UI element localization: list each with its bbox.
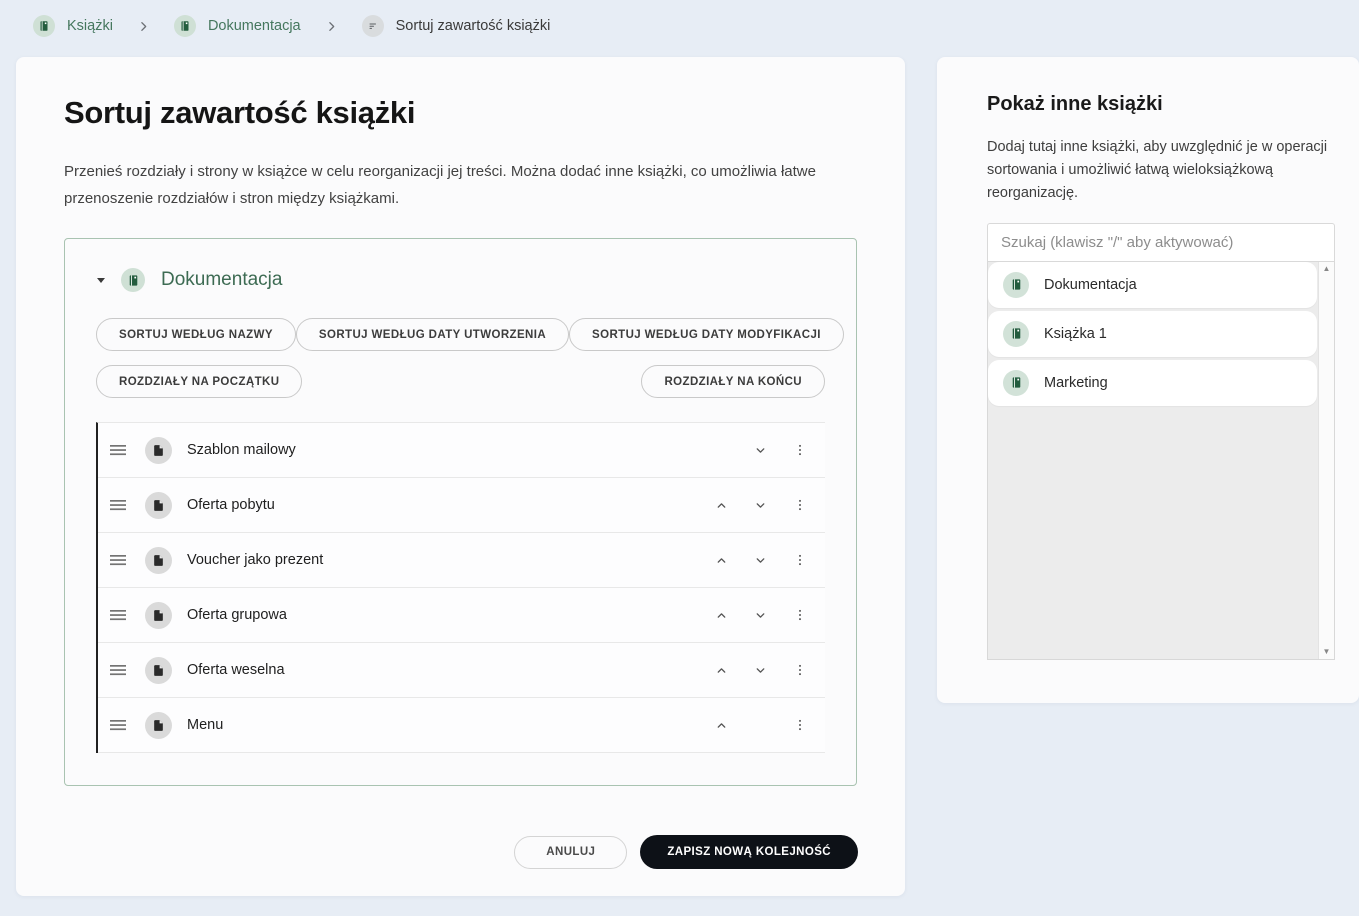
drag-handle-icon[interactable] xyxy=(108,549,128,571)
book-search-input[interactable] xyxy=(987,223,1335,262)
page-icon xyxy=(145,437,172,464)
sortable-page-row[interactable]: Oferta grupowa xyxy=(98,588,825,643)
page-icon xyxy=(145,712,172,739)
sort-by-name-button[interactable]: SORTUJ WEDŁUG NAZWY xyxy=(96,318,296,351)
book-list-item[interactable]: Marketing xyxy=(988,360,1317,406)
chapter-actions-row: ROZDZIAŁY NA POCZĄTKU ROZDZIAŁY NA KOŃCU xyxy=(96,365,825,398)
drag-handle-icon[interactable] xyxy=(108,439,128,461)
book-icon xyxy=(1003,370,1029,396)
save-order-button[interactable]: ZAPISZ NOWĄ KOLEJNOŚĆ xyxy=(640,835,858,869)
book-icon xyxy=(121,268,145,292)
page-sort-list: Szablon mailowy Oferta pobytu xyxy=(96,422,825,753)
scrollbar[interactable]: ▲ ▼ xyxy=(1318,262,1334,659)
page-icon xyxy=(145,657,172,684)
form-actions: ANULUJ ZAPISZ NOWĄ KOLEJNOŚĆ xyxy=(514,835,858,869)
drag-handle-icon[interactable] xyxy=(108,604,128,626)
row-menu-button[interactable] xyxy=(789,548,811,572)
row-menu-button[interactable] xyxy=(789,658,811,682)
breadcrumb-item-books[interactable]: Książki xyxy=(33,15,113,37)
sort-by-updated-button[interactable]: SORTUJ WEDŁUG DATY MODYFIKACJI xyxy=(569,318,844,351)
chapters-last-button[interactable]: ROZDZIAŁY NA KOŃCU xyxy=(641,365,825,398)
move-up-button[interactable] xyxy=(711,715,732,736)
sort-actions-row: SORTUJ WEDŁUG NAZWY SORTUJ WEDŁUG DATY U… xyxy=(96,318,825,351)
sort-book-panel: Sortuj zawartość książki Przenieś rozdzi… xyxy=(16,57,905,896)
move-up-button[interactable] xyxy=(711,660,732,681)
breadcrumb-label: Sortuj zawartość książki xyxy=(396,18,551,34)
breadcrumb-item-book[interactable]: Dokumentacja xyxy=(174,15,301,37)
chevron-right-icon xyxy=(325,20,338,33)
page-title-label: Oferta grupowa xyxy=(187,607,287,623)
breadcrumb-item-sort[interactable]: Sortuj zawartość książki xyxy=(362,15,551,37)
scroll-up-icon[interactable]: ▲ xyxy=(1323,265,1331,273)
book-name-label: Marketing xyxy=(1044,375,1108,391)
move-down-button[interactable] xyxy=(750,440,771,461)
sortable-page-row[interactable]: Szablon mailowy xyxy=(98,423,825,478)
page-icon xyxy=(145,492,172,519)
sortable-page-row[interactable]: Voucher jako prezent xyxy=(98,533,825,588)
page-title-label: Szablon mailowy xyxy=(187,442,296,458)
drag-handle-icon[interactable] xyxy=(108,494,128,516)
move-down-button[interactable] xyxy=(750,605,771,626)
row-menu-button[interactable] xyxy=(789,713,811,737)
side-panel-title: Pokaż inne książki xyxy=(987,93,1335,116)
page-title-label: Oferta pobytu xyxy=(187,497,275,513)
book-icon xyxy=(1003,272,1029,298)
book-sort-box: Dokumentacja SORTUJ WEDŁUG NAZWY SORTUJ … xyxy=(64,238,857,786)
breadcrumb-label: Dokumentacja xyxy=(208,18,301,34)
page-icon xyxy=(145,602,172,629)
book-name-label: Dokumentacja xyxy=(1044,277,1137,293)
drag-handle-icon[interactable] xyxy=(108,659,128,681)
drag-handle-icon[interactable] xyxy=(108,714,128,736)
caret-down-icon xyxy=(96,275,106,285)
book-list-item[interactable]: Dokumentacja xyxy=(988,262,1317,308)
book-title: Dokumentacja xyxy=(161,269,282,291)
move-down-button[interactable] xyxy=(750,550,771,571)
page-title-label: Oferta weselna xyxy=(187,662,285,678)
page-icon xyxy=(145,547,172,574)
move-up-button[interactable] xyxy=(711,605,732,626)
move-up-button[interactable] xyxy=(711,495,732,516)
side-panel-description: Dodaj tutaj inne książki, aby uwzględnić… xyxy=(987,136,1335,206)
sort-icon xyxy=(362,15,384,37)
move-down-button[interactable] xyxy=(750,495,771,516)
page-title: Sortuj zawartość książki xyxy=(64,95,857,131)
row-menu-button[interactable] xyxy=(789,603,811,627)
book-icon xyxy=(1003,321,1029,347)
breadcrumb-label: Książki xyxy=(67,18,113,34)
book-icon xyxy=(174,15,196,37)
book-expand-header[interactable]: Dokumentacja xyxy=(96,268,825,292)
page-title-label: Voucher jako prezent xyxy=(187,552,323,568)
chapters-first-button[interactable]: ROZDZIAŁY NA POCZĄTKU xyxy=(96,365,302,398)
book-list-container: Dokumentacja Książka 1 Marketing ▲ ▼ xyxy=(987,262,1335,660)
sortable-page-row[interactable]: Menu xyxy=(98,698,825,753)
cancel-button[interactable]: ANULUJ xyxy=(514,836,627,869)
book-list-item[interactable]: Książka 1 xyxy=(988,311,1317,357)
scroll-down-icon[interactable]: ▼ xyxy=(1323,648,1331,656)
chevron-right-icon xyxy=(137,20,150,33)
page-title-label: Menu xyxy=(187,717,223,733)
page-description: Przenieś rozdziały i strony w książce w … xyxy=(64,158,854,212)
sortable-page-row[interactable]: Oferta pobytu xyxy=(98,478,825,533)
row-menu-button[interactable] xyxy=(789,493,811,517)
breadcrumb-bar: Książki Dokumentacja Sortuj zawartość ks… xyxy=(0,0,1359,52)
row-menu-button[interactable] xyxy=(789,438,811,462)
book-icon xyxy=(33,15,55,37)
sortable-page-row[interactable]: Oferta weselna xyxy=(98,643,825,698)
move-up-button[interactable] xyxy=(711,550,732,571)
book-name-label: Książka 1 xyxy=(1044,326,1107,342)
other-books-panel: Pokaż inne książki Dodaj tutaj inne ksią… xyxy=(937,57,1359,703)
move-down-button[interactable] xyxy=(750,660,771,681)
sort-by-created-button[interactable]: SORTUJ WEDŁUG DATY UTWORZENIA xyxy=(296,318,569,351)
